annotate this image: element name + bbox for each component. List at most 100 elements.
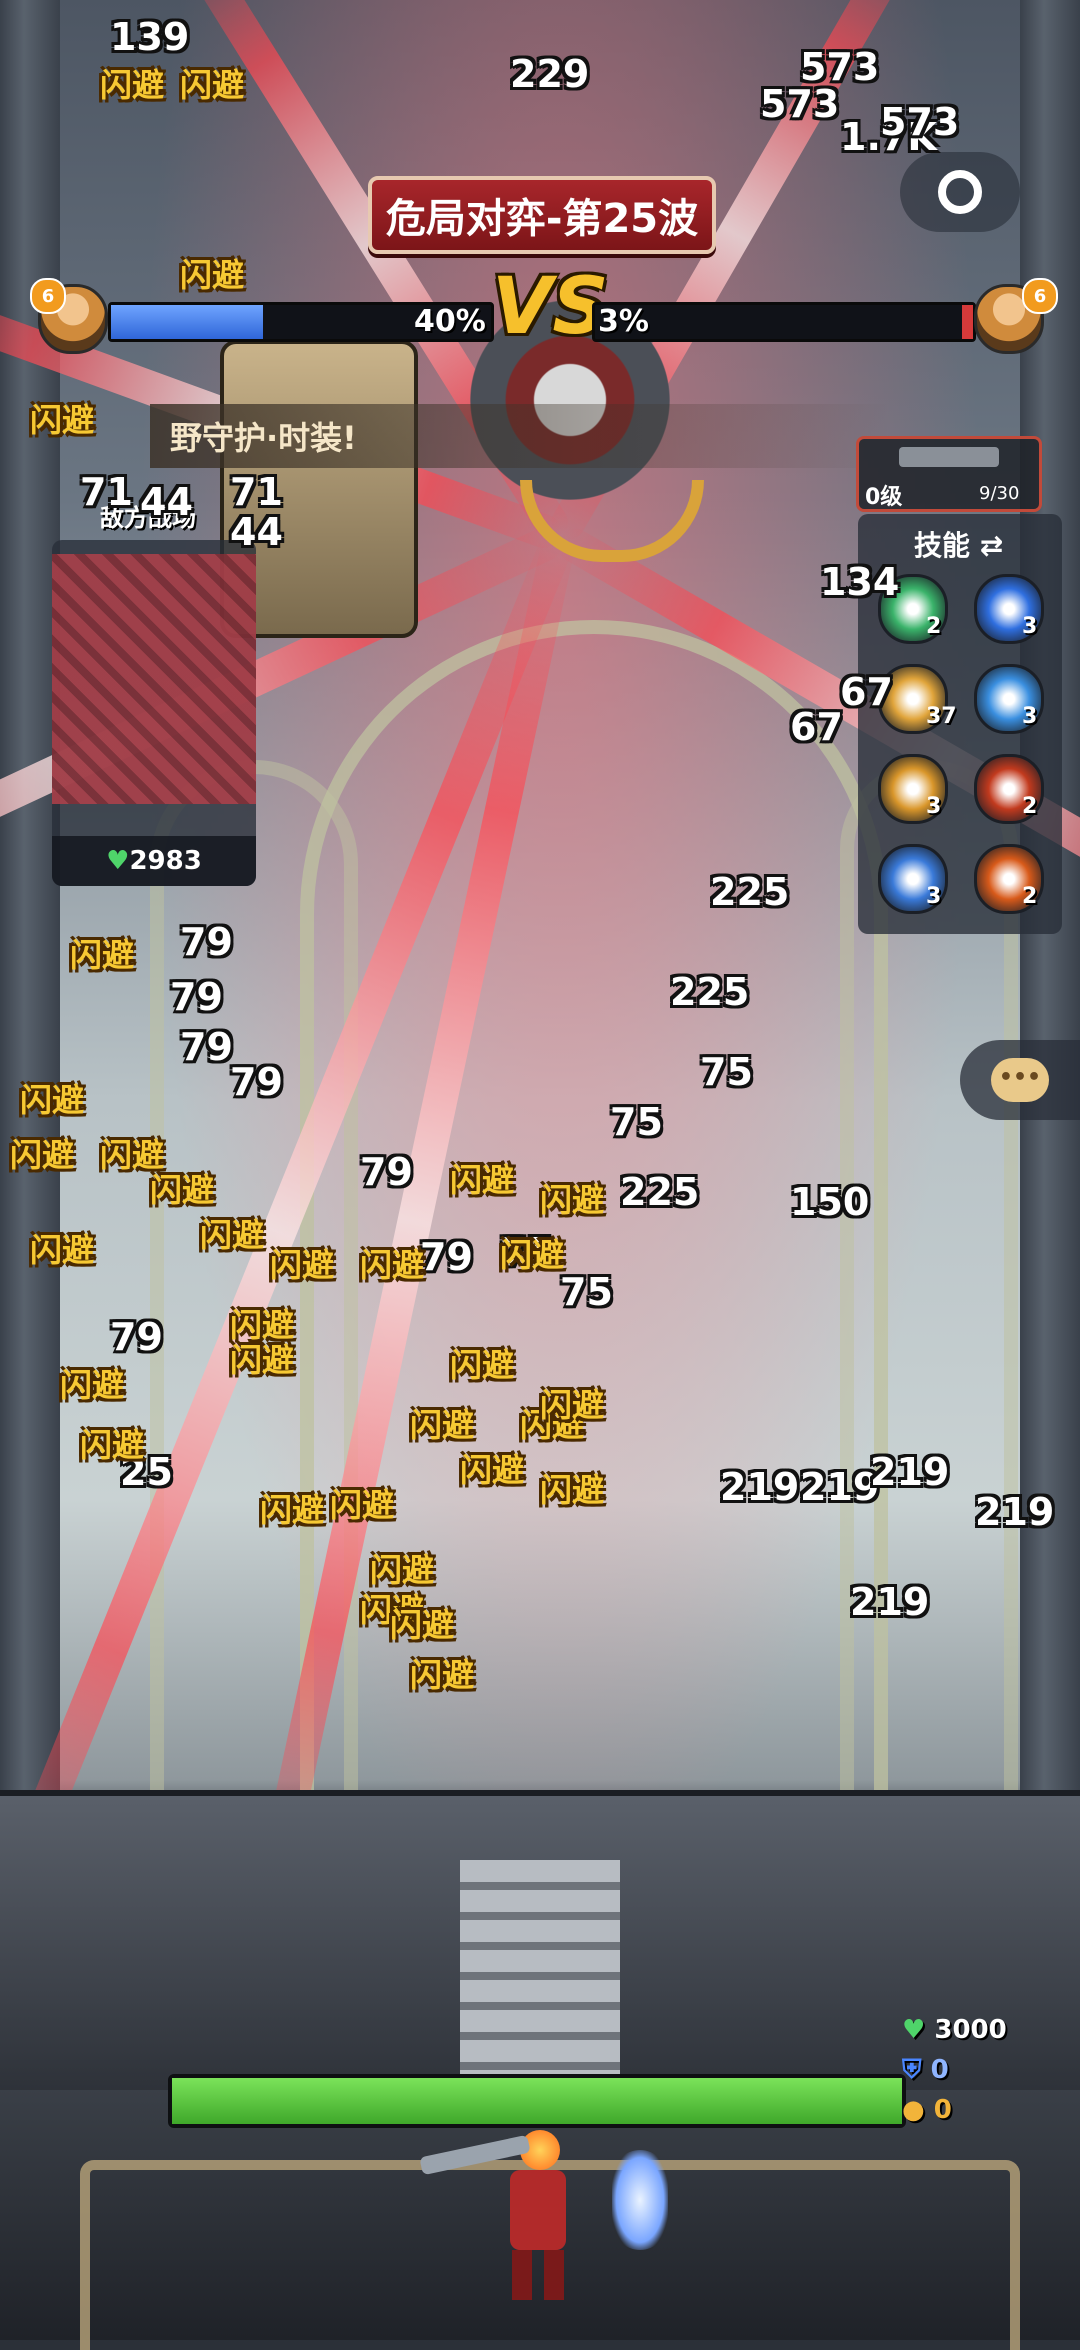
dodge-label: 闪避 (460, 1445, 524, 1491)
dodge-label: 闪避 (410, 1400, 474, 1446)
damage-number: 79 (360, 1150, 413, 1194)
skill-slot[interactable]: 3 (878, 844, 948, 914)
damage-number: 67 (840, 670, 893, 714)
damage-number: 44 (230, 510, 283, 554)
player-level-badge: 6 (30, 278, 66, 314)
heart-icon: ♥ (902, 2015, 925, 2045)
skill-count: 3 (926, 794, 941, 819)
enemy-hp-fill (962, 305, 973, 339)
damage-number: 79 (110, 1315, 163, 1359)
dodge-label: 闪避 (10, 1130, 74, 1176)
damage-number: 71 (80, 470, 133, 514)
wave-title: 危局对弈-第25波 (368, 176, 716, 254)
skill-count: 37 (926, 704, 957, 729)
damage-number: 75 (700, 1050, 753, 1094)
enemy-battlefield-minimap (52, 554, 256, 804)
dodge-label: 闪避 (540, 1380, 604, 1426)
damage-number: 67 (790, 705, 843, 749)
damage-number: 225 (620, 1170, 699, 1214)
dodge-label: 闪避 (30, 1225, 94, 1271)
weapon-icon (899, 447, 999, 467)
dodge-label: 闪避 (80, 1420, 144, 1466)
damage-number: 134 (820, 560, 899, 604)
player-coin-stat: ● 0 (902, 2090, 1007, 2130)
ally-drone (612, 2150, 668, 2250)
damage-number: 219 (870, 1450, 949, 1494)
gear-icon (938, 170, 982, 214)
dodge-label: 闪避 (100, 60, 164, 106)
dodge-label: 闪避 (540, 1465, 604, 1511)
player-coin-value: 0 (934, 2095, 952, 2125)
gate-stairs (460, 1860, 620, 2080)
dodge-label: 闪避 (200, 1210, 264, 1256)
damage-number: 229 (510, 52, 589, 96)
dodge-label: 闪避 (330, 1480, 394, 1526)
damage-number: 79 (230, 1060, 283, 1104)
damage-number: 44 (140, 480, 193, 524)
dodge-label: 闪避 (30, 395, 94, 441)
settings-button[interactable] (900, 152, 1020, 232)
dodge-label: 闪避 (260, 1485, 324, 1531)
dodge-label: 闪避 (70, 930, 134, 976)
enemy-battlefield-panel[interactable]: 敌方战场 ♥ 2983 (52, 540, 256, 886)
dodge-label: 闪避 (60, 1360, 124, 1406)
skill-slot[interactable]: 3 (974, 574, 1044, 644)
dodge-label: 闪避 (180, 60, 244, 106)
damage-number: 219 (800, 1465, 879, 1509)
skill-count: 2 (1022, 794, 1037, 819)
player-shield-stat: ⛨ 0 (902, 2050, 1007, 2090)
player-hero (490, 2130, 580, 2300)
announcement-banner: 野守护·时装! (150, 404, 890, 468)
player-stats: ♥ 3000 ⛨ 0 ● 0 (902, 2010, 1007, 2130)
damage-number: 219 (975, 1490, 1054, 1534)
weapon-progress: 9/30 (979, 483, 1019, 504)
damage-number: 573 (760, 82, 839, 126)
dodge-label: 闪避 (540, 1175, 604, 1221)
damage-number: 79 (170, 975, 223, 1019)
player-shield-value: 0 (931, 2055, 949, 2085)
dodge-label: 闪避 (230, 1300, 294, 1346)
enemy-hp-readout: ♥ 2983 (52, 836, 256, 886)
damage-number: 225 (710, 870, 789, 914)
shield-icon: ⛨ (902, 2055, 922, 2085)
weapon-level: 0级 (865, 479, 902, 511)
weapon-level-box[interactable]: 0级 9/30 (856, 436, 1042, 512)
skill-slot[interactable]: 3 (878, 754, 948, 824)
chat-button[interactable]: ••• (960, 1040, 1080, 1120)
enemy-hp-bar (592, 302, 976, 342)
skill-count: 2 (926, 614, 941, 639)
player-hp-fill (111, 305, 263, 339)
dodge-label: 闪避 (390, 1600, 454, 1646)
base-hp-bar (168, 2074, 906, 2128)
enemy-hp-value: 2983 (129, 846, 201, 876)
dodge-label: 闪避 (410, 1650, 474, 1696)
damage-number: 79 (180, 1025, 233, 1069)
enemy-level-badge: 6 (1022, 278, 1058, 314)
skill-count: 3 (926, 884, 941, 909)
player-hp-value: 3000 (934, 2015, 1006, 2045)
dodge-label: 闪避 (450, 1155, 514, 1201)
skill-count: 3 (1022, 704, 1037, 729)
damage-number: 225 (670, 970, 749, 1014)
damage-number: 79 (420, 1235, 473, 1279)
player-hp-percent: 40% (414, 304, 486, 339)
skill-count: 3 (1022, 614, 1037, 639)
base-hp-fill (172, 2078, 902, 2124)
skill-slot[interactable]: 2 (974, 844, 1044, 914)
skill-slot[interactable]: 2 (974, 754, 1044, 824)
skill-slot[interactable]: 3 (974, 664, 1044, 734)
damage-number: 79 (180, 920, 233, 964)
damage-number: 75 (560, 1270, 613, 1314)
left-wall (0, 0, 60, 1820)
chat-bubble-icon: ••• (991, 1058, 1049, 1102)
damage-number: 75 (610, 1100, 663, 1144)
dodge-label: 闪避 (450, 1340, 514, 1386)
dodge-label: 闪避 (20, 1075, 84, 1121)
dodge-label: 闪避 (270, 1240, 334, 1286)
damage-number: 71 (230, 470, 283, 514)
damage-number: 573 (880, 100, 959, 144)
damage-number: 150 (790, 1180, 869, 1224)
skills-title[interactable]: 技能 ⇄ (914, 524, 1003, 564)
coin-icon: ● (902, 2095, 925, 2125)
dodge-label: 闪避 (500, 1230, 564, 1276)
